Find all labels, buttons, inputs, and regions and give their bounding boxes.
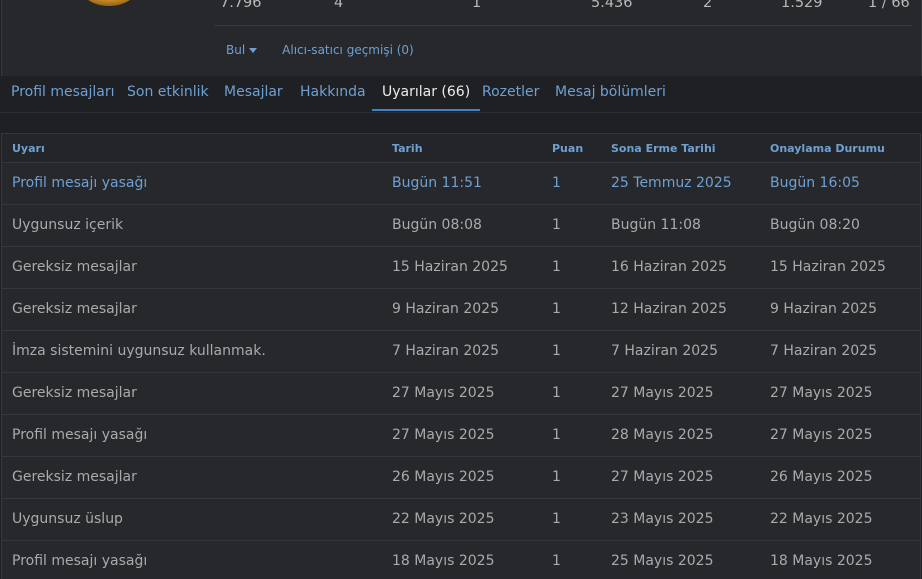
- table-row[interactable]: Uygunsuz içerik Bugün 08:08 1 Bugün 11:0…: [2, 205, 920, 247]
- table-row[interactable]: Gereksiz mesajlar 9 Haziran 2025 1 12 Ha…: [2, 289, 920, 331]
- cell-date: 22 Mayıs 2025: [392, 511, 495, 527]
- stat-solutions[interactable]: 4: [334, 0, 343, 12]
- table-row[interactable]: Gereksiz mesajlar 26 Mayıs 2025 1 27 May…: [2, 457, 920, 499]
- cell-acknowledged: Bugün 08:20: [770, 217, 860, 233]
- cell-warning: Uygunsuz üslup: [12, 511, 123, 527]
- find-label: Bul: [226, 43, 246, 57]
- cell-acknowledged: 27 Mayıs 2025: [770, 427, 873, 443]
- cell-warning: Gereksiz mesajlar: [12, 385, 137, 401]
- cell-expires: 28 Mayıs 2025: [611, 427, 714, 443]
- table-header: Uyarı Tarih Puan Sona Erme Tarihi Onayla…: [2, 134, 920, 163]
- cell-expires: Bugün 11:08: [611, 217, 701, 233]
- cell-date: 27 Mayıs 2025: [392, 427, 495, 443]
- cell-points: 1: [552, 217, 561, 233]
- table-row[interactable]: Gereksiz mesajlar 27 Mayıs 2025 1 27 May…: [2, 373, 920, 415]
- cell-expires: 27 Mayıs 2025: [611, 469, 714, 485]
- cell-warning: Gereksiz mesajlar: [12, 259, 137, 275]
- cell-expires: 16 Haziran 2025: [611, 259, 727, 275]
- cell-acknowledged: Bugün 16:05: [770, 175, 860, 191]
- cell-expires: 12 Haziran 2025: [611, 301, 727, 317]
- header-date: Tarih: [392, 142, 423, 155]
- stat-warning-points[interactable]: 1 / 66: [868, 0, 910, 12]
- cell-expires: 23 Mayıs 2025: [611, 511, 714, 527]
- avatar[interactable]: [72, 0, 146, 6]
- find-button[interactable]: Bul: [226, 43, 258, 57]
- cell-acknowledged: 26 Mayıs 2025: [770, 469, 873, 485]
- cell-expires: 7 Haziran 2025: [611, 343, 718, 359]
- table-row[interactable]: Profil mesajı yasağı 27 Mayıs 2025 1 28 …: [2, 415, 920, 457]
- cell-acknowledged: 22 Mayıs 2025: [770, 511, 873, 527]
- stats-divider: [214, 25, 912, 26]
- cell-warning: Profil mesajı yasağı: [12, 175, 148, 191]
- stat-reactions[interactable]: 5.436: [591, 0, 633, 12]
- stat-trophies[interactable]: 2: [703, 0, 712, 12]
- tab-trophies[interactable]: Rozetler: [482, 84, 539, 111]
- cell-date: 7 Haziran 2025: [392, 343, 499, 359]
- tab-message-sections[interactable]: Mesaj bölümleri: [555, 84, 666, 111]
- tab-warnings[interactable]: Uyarılar (66): [372, 84, 481, 111]
- cell-warning: Profil mesajı yasağı: [12, 427, 148, 443]
- stat-points[interactable]: 1.529: [781, 0, 823, 12]
- tab-postings[interactable]: Mesajlar: [224, 84, 283, 111]
- cell-points: 1: [552, 259, 561, 275]
- trader-history-link[interactable]: Alıcı-satıcı geçmişi (0): [282, 43, 414, 57]
- cell-acknowledged: 27 Mayıs 2025: [770, 385, 873, 401]
- cell-points: 1: [552, 175, 561, 191]
- cell-warning: İmza sistemini uygunsuz kullanmak.: [12, 343, 266, 359]
- cell-date: Bugün 11:51: [392, 175, 482, 191]
- cell-date: 15 Haziran 2025: [392, 259, 508, 275]
- cell-warning: Profil mesajı yasağı: [12, 553, 148, 569]
- cell-date: Bugün 08:08: [392, 217, 482, 233]
- table-row[interactable]: Profil mesajı yasağı 18 Mayıs 2025 1 25 …: [2, 541, 920, 579]
- member-profile-page: 7.796 4 1 5.436 2 1.529 1 / 66 Bul Alıcı…: [0, 0, 922, 579]
- stat-messages[interactable]: 7.796: [220, 0, 262, 12]
- header-warning: Uyarı: [12, 142, 45, 155]
- cell-points: 1: [552, 385, 561, 401]
- cell-acknowledged: 18 Mayıs 2025: [770, 553, 873, 569]
- cell-date: 9 Haziran 2025: [392, 301, 499, 317]
- table-row[interactable]: İmza sistemini uygunsuz kullanmak. 7 Haz…: [2, 331, 920, 373]
- cell-points: 1: [552, 469, 561, 485]
- cell-acknowledged: 7 Haziran 2025: [770, 343, 877, 359]
- table-row[interactable]: Profil mesajı yasağı Bugün 11:51 1 25 Te…: [2, 163, 920, 205]
- header-points: Puan: [552, 142, 584, 155]
- profile-header: 7.796 4 1 5.436 2 1.529 1 / 66 Bul Alıcı…: [1, 0, 922, 76]
- cell-points: 1: [552, 301, 561, 317]
- tab-latest-activity[interactable]: Son etkinlik: [127, 84, 209, 111]
- cell-warning: Gereksiz mesajlar: [12, 301, 137, 317]
- cell-warning: Uygunsuz içerik: [12, 217, 124, 233]
- cell-expires: 25 Temmuz 2025: [611, 175, 732, 191]
- header-acknowledged: Onaylama Durumu: [770, 142, 885, 155]
- tab-profile-posts[interactable]: Profil mesajları: [11, 84, 115, 111]
- cell-date: 26 Mayıs 2025: [392, 469, 495, 485]
- warnings-table: Uyarı Tarih Puan Sona Erme Tarihi Onayla…: [1, 133, 921, 579]
- profile-actions: Bul Alıcı-satıcı geçmişi (0): [226, 43, 414, 57]
- profile-tabs: Profil mesajları Son etkinlik Mesajlar H…: [0, 76, 922, 113]
- profile-stats: 7.796 4 1 5.436 2 1.529 1 / 66: [214, 0, 920, 12]
- cell-acknowledged: 15 Haziran 2025: [770, 259, 886, 275]
- cell-date: 18 Mayıs 2025: [392, 553, 495, 569]
- stat-threads[interactable]: 1: [472, 0, 481, 12]
- cell-date: 27 Mayıs 2025: [392, 385, 495, 401]
- cell-points: 1: [552, 511, 561, 527]
- cell-points: 1: [552, 427, 561, 443]
- cell-acknowledged: 9 Haziran 2025: [770, 301, 877, 317]
- table-row[interactable]: Gereksiz mesajlar 15 Haziran 2025 1 16 H…: [2, 247, 920, 289]
- caret-down-icon: [249, 48, 258, 53]
- cell-points: 1: [552, 343, 561, 359]
- tab-about[interactable]: Hakkında: [300, 84, 366, 111]
- cell-warning: Gereksiz mesajlar: [12, 469, 137, 485]
- cell-points: 1: [552, 553, 561, 569]
- header-expiry-date: Sona Erme Tarihi: [611, 142, 716, 155]
- cell-expires: 25 Mayıs 2025: [611, 553, 714, 569]
- cell-expires: 27 Mayıs 2025: [611, 385, 714, 401]
- table-row[interactable]: Uygunsuz üslup 22 Mayıs 2025 1 23 Mayıs …: [2, 499, 920, 541]
